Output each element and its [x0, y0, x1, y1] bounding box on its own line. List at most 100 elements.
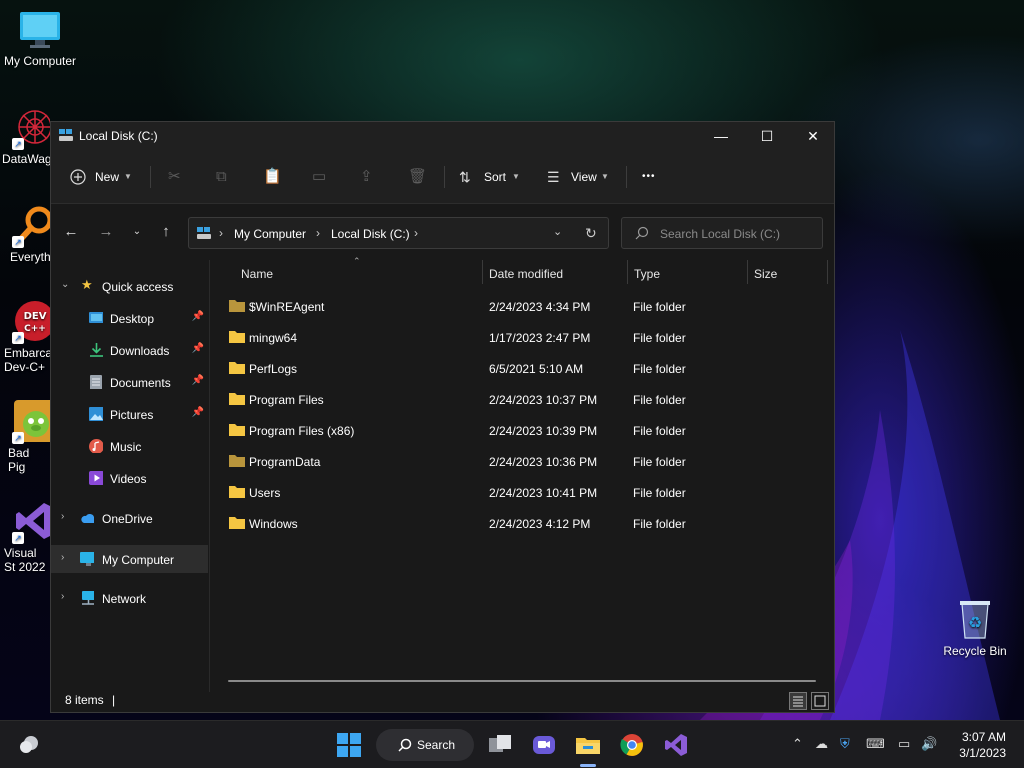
column-header-size[interactable]: Size [754, 260, 824, 288]
nav-item-downloads[interactable]: Downloads 📌 [51, 337, 208, 363]
teams-chat-icon[interactable] [529, 730, 559, 760]
search-input[interactable] [660, 226, 810, 242]
breadcrumb-local-disk[interactable]: Local Disk (C:) [331, 227, 410, 241]
nav-label: Documents [110, 376, 171, 390]
shortcut-arrow-icon: ↗ [12, 332, 24, 344]
file-row[interactable]: Users 2/24/2023 10:41 PM File folder [228, 480, 826, 506]
file-name: mingw64 [249, 331, 298, 345]
nav-item-pictures[interactable]: Pictures 📌 [51, 401, 208, 427]
share-icon[interactable]: ⇪ [360, 164, 373, 190]
horizontal-scrollbar[interactable] [228, 680, 816, 682]
back-arrow-icon[interactable]: ← [59, 220, 83, 244]
rename-icon[interactable]: ▭ [312, 164, 326, 190]
file-row[interactable]: Windows 2/24/2023 4:12 PM File folder [228, 511, 826, 537]
details-view-icon [793, 696, 803, 707]
chrome-icon[interactable] [617, 730, 647, 760]
paste-icon[interactable]: 📋 [263, 164, 282, 190]
column-header-name[interactable]: Name [241, 260, 481, 288]
file-type: File folder [633, 517, 686, 531]
details-view-button[interactable] [789, 692, 807, 710]
title-bar[interactable]: Local Disk (C:) — ☐ ✕ [51, 122, 834, 150]
taskbar-search-button[interactable]: Search [376, 729, 474, 761]
file-row[interactable]: PerfLogs 6/5/2021 5:10 AM File folder [228, 356, 826, 382]
nav-my-computer[interactable]: › My Computer [51, 545, 208, 573]
minimize-button[interactable]: — [698, 122, 744, 150]
file-row[interactable]: $WinREAgent 2/24/2023 4:34 PM File folder [228, 294, 826, 320]
desktop-icon-label: Bad Pig [8, 446, 30, 474]
search-box[interactable] [621, 217, 823, 249]
nav-onedrive[interactable]: › OneDrive [51, 505, 208, 531]
desktop-icon-label: Visual St 2022 [4, 546, 46, 574]
file-explorer-taskbar-icon[interactable] [573, 730, 603, 760]
folder-icon [229, 486, 245, 498]
onedrive-tray-icon[interactable]: ☁ [815, 736, 828, 752]
visual-studio-taskbar-icon[interactable] [661, 730, 691, 760]
address-history-chevron-icon[interactable]: ⌄ [553, 225, 562, 238]
recent-locations-chevron-icon[interactable]: ⌄ [125, 220, 149, 244]
desktop-icon-embarcadero[interactable]: DEV C++ ↗ Embarca Dev-C+ [0, 300, 50, 374]
nav-network[interactable]: › Network [51, 585, 208, 611]
nav-item-documents[interactable]: Documents 📌 [51, 369, 208, 395]
refresh-icon[interactable]: ↻ [585, 225, 597, 242]
cut-icon[interactable]: ✂ [168, 164, 181, 190]
more-options-button[interactable]: ••• [642, 164, 656, 190]
column-divider[interactable] [827, 260, 828, 284]
desktop-icon-everything[interactable]: ↗ Everyth [0, 204, 50, 264]
nav-quick-access[interactable]: ⌄ ★ Quick access [51, 273, 208, 299]
nav-item-videos[interactable]: Videos [51, 465, 208, 491]
file-row[interactable]: mingw64 1/17/2023 2:47 PM File folder [228, 325, 826, 351]
expand-chevron-icon: ⌄ [61, 279, 70, 290]
file-row[interactable]: Program Files (x86) 2/24/2023 10:39 PM Fil… [228, 418, 826, 444]
pin-icon: 📌 [191, 343, 204, 354]
file-row[interactable]: ProgramData 2/24/2023 10:36 PM File folder [228, 449, 826, 475]
desktop-icon-datawag[interactable]: ↗ DataWag [0, 106, 50, 166]
file-date-modified: 2/24/2023 4:12 PM [489, 517, 591, 531]
column-divider[interactable] [747, 260, 748, 284]
column-header-type[interactable]: Type [634, 260, 744, 288]
keyboard-icon[interactable]: ⌨ [866, 736, 885, 752]
sort-button[interactable]: ⇅ Sort ▼ [459, 164, 523, 190]
maximize-button[interactable]: ☐ [744, 122, 790, 150]
desktop-icon-visual-studio[interactable]: ↗ Visual St 2022 [0, 500, 50, 574]
desktop-icon-label: Embarca Dev-C+ [4, 346, 50, 374]
taskbar: Search ⌃ ☁ ⛨ ⌨ ▭ 🔊 3:07 AM 3/1/2023 [0, 720, 1024, 768]
item-count: 8 items [65, 693, 104, 707]
shortcut-arrow-icon: ↗ [12, 138, 24, 150]
start-button-icon[interactable] [334, 730, 364, 760]
desktop-icon-recycle-bin[interactable]: ♻ Recycle Bin [935, 598, 1015, 658]
desktop-icon-bad-piggies[interactable]: ↗ Bad Pig [0, 400, 50, 474]
network-monitor-icon[interactable]: ▭ [898, 736, 910, 752]
navigation-pane: ⌄ ★ Quick access Desktop 📌 Downloads 📌 D… [51, 260, 209, 692]
weather-widget-icon[interactable] [14, 730, 44, 760]
download-arrow-icon [90, 343, 103, 357]
column-header-date-modified[interactable]: Date modified [489, 260, 624, 288]
forward-arrow-icon[interactable]: → [94, 220, 118, 244]
folder-icon [229, 331, 245, 343]
nav-item-music[interactable]: Music [51, 433, 208, 459]
breadcrumb-separator-icon: › [219, 226, 223, 240]
column-divider[interactable] [627, 260, 628, 284]
toolbar-divider [150, 166, 151, 188]
new-button[interactable]: New ▼ [70, 164, 138, 190]
toolbar-divider [444, 166, 445, 188]
volume-icon[interactable]: 🔊 [921, 736, 937, 752]
copy-icon[interactable]: ⧉ [216, 164, 227, 190]
up-arrow-icon[interactable]: ↑ [154, 220, 178, 244]
file-date-modified: 2/24/2023 4:34 PM [489, 300, 591, 314]
nav-item-desktop[interactable]: Desktop 📌 [51, 305, 208, 331]
view-button[interactable]: ☰ View ▼ [547, 164, 613, 190]
task-view-icon[interactable] [486, 730, 516, 760]
breadcrumb-my-computer[interactable]: My Computer [234, 227, 306, 241]
close-button[interactable]: ✕ [790, 122, 836, 150]
pin-icon: 📌 [191, 311, 204, 322]
delete-icon[interactable]: 🗑 [408, 164, 427, 190]
security-shield-icon[interactable]: ⛨ [840, 736, 850, 752]
tiles-view-button[interactable] [811, 692, 829, 710]
file-row[interactable]: Program Files 2/24/2023 10:37 PM File fold… [228, 387, 826, 413]
system-clock[interactable]: 3:07 AM 3/1/2023 [959, 729, 1006, 761]
file-date-modified: 2/24/2023 10:37 PM [489, 393, 598, 407]
desktop-icon-my-computer[interactable]: My Computer [0, 8, 80, 68]
address-bar[interactable]: › My Computer › Local Disk (C:) › ⌄ ↻ [188, 217, 609, 249]
column-divider[interactable] [482, 260, 483, 284]
show-hidden-icons-chevron-icon[interactable]: ⌃ [792, 736, 803, 752]
